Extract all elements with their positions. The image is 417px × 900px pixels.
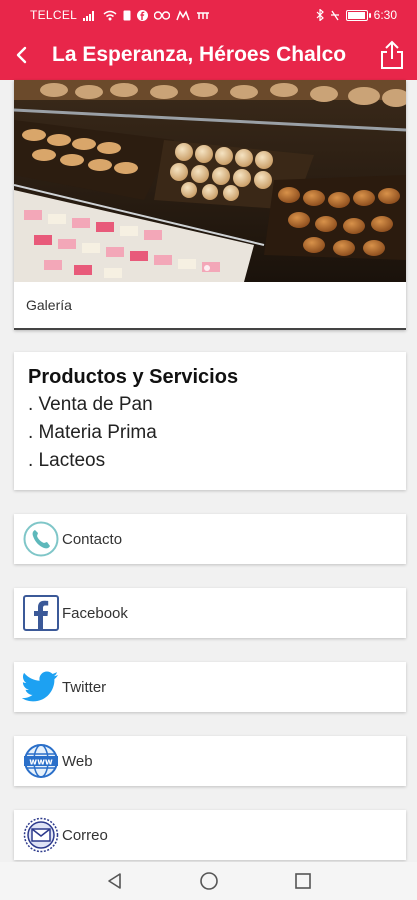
products-title: Productos y Servicios bbox=[28, 366, 239, 388]
www-icon: www bbox=[22, 742, 60, 780]
twitter-label: Twitter bbox=[62, 678, 107, 696]
products-card: Productos y Servicios . Venta de Pan . M… bbox=[14, 352, 406, 490]
gallery-page-indicator bbox=[204, 265, 210, 271]
twitter-link[interactable]: Twitter bbox=[14, 662, 406, 712]
products-item: . Materia Prima bbox=[28, 422, 157, 443]
facebook-label: Facebook bbox=[62, 604, 128, 622]
nav-back-icon bbox=[107, 873, 121, 889]
sim-icon bbox=[123, 10, 131, 21]
app-notification-icon-2 bbox=[196, 10, 210, 21]
phone-icon bbox=[22, 520, 60, 558]
svg-text:www: www bbox=[29, 758, 53, 768]
share-icon bbox=[381, 40, 403, 69]
vibrate-icon bbox=[330, 10, 340, 21]
mail-icon bbox=[22, 816, 60, 854]
carrier-name: TELCEL bbox=[30, 8, 78, 22]
share-button[interactable] bbox=[367, 30, 417, 80]
email-link[interactable]: Correo bbox=[14, 810, 406, 860]
bakery-display-photo bbox=[14, 80, 406, 282]
products-item: . Lacteos bbox=[28, 450, 106, 471]
messenger-notification-icon bbox=[154, 10, 171, 20]
bluetooth-icon bbox=[316, 9, 324, 21]
wifi-icon bbox=[103, 10, 117, 21]
nav-recents-icon bbox=[294, 873, 311, 889]
facebook-link[interactable]: Facebook bbox=[14, 588, 406, 638]
page-title: La Esperanza, Héroes Chalco bbox=[52, 43, 347, 66]
gallery-caption: Galería bbox=[14, 282, 406, 330]
battery-icon bbox=[345, 9, 371, 21]
nav-home-icon bbox=[199, 872, 218, 890]
web-link[interactable]: www Web bbox=[14, 736, 406, 786]
facebook-icon bbox=[22, 594, 60, 632]
facebook-notification-icon bbox=[137, 9, 149, 21]
back-arrow-icon bbox=[16, 46, 27, 64]
nav-back-button[interactable] bbox=[102, 868, 128, 894]
contact-label: Contacto bbox=[62, 530, 123, 548]
contact-link[interactable]: Contacto bbox=[14, 514, 406, 564]
status-bar: TELCEL 6:30 bbox=[0, 0, 417, 30]
signal-icon bbox=[83, 10, 97, 21]
app-notification-icon bbox=[176, 9, 190, 21]
status-time: 6:30 bbox=[373, 8, 397, 22]
nav-home-button[interactable] bbox=[196, 868, 222, 894]
system-nav-bar bbox=[0, 862, 417, 900]
twitter-icon bbox=[22, 668, 60, 706]
web-label: Web bbox=[62, 752, 93, 770]
gallery-card[interactable]: Galería bbox=[14, 80, 406, 330]
products-item: . Venta de Pan bbox=[28, 394, 153, 415]
nav-recents-button[interactable] bbox=[290, 868, 316, 894]
back-button[interactable] bbox=[2, 30, 42, 80]
email-label: Correo bbox=[62, 826, 108, 844]
gallery-image[interactable] bbox=[14, 80, 406, 282]
app-bar: La Esperanza, Héroes Chalco bbox=[0, 30, 417, 80]
